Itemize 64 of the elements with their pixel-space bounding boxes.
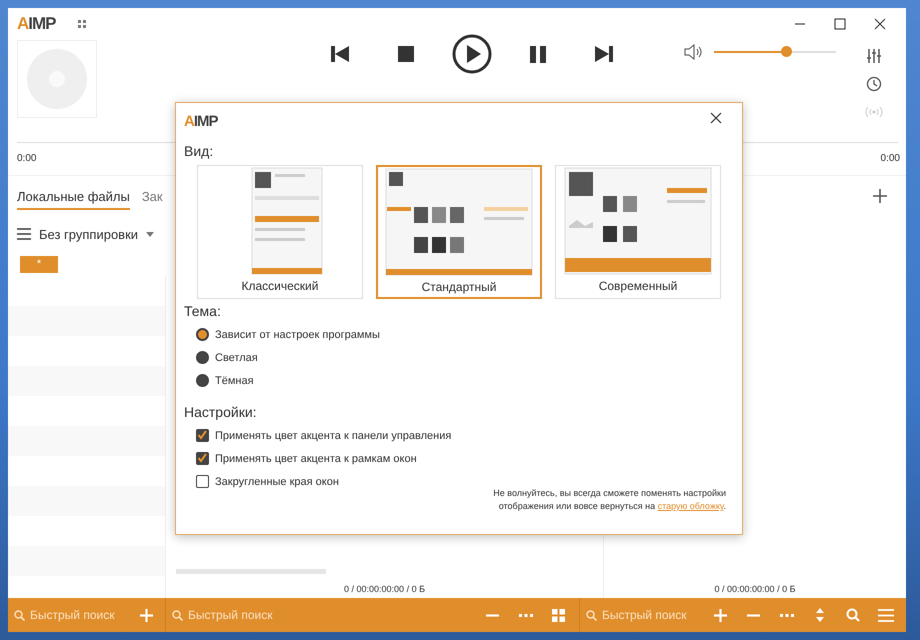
sort-icon — [816, 608, 824, 622]
minus-icon — [747, 614, 760, 616]
grid-icon — [552, 608, 565, 622]
checkbox[interactable] — [196, 475, 209, 488]
checkbox-label: Закругленные края окон — [215, 476, 339, 488]
menu-icon — [878, 608, 894, 622]
close-icon — [710, 112, 722, 124]
radio-button[interactable] — [196, 351, 209, 364]
search-icon — [172, 610, 183, 620]
previous-icon — [331, 46, 349, 62]
option-label: Современный — [598, 279, 678, 293]
more-icon — [518, 614, 532, 616]
plus-icon — [140, 608, 153, 622]
next-icon — [595, 46, 613, 62]
plus-icon — [873, 189, 887, 203]
close-icon — [874, 18, 886, 30]
logo: AIMP — [184, 112, 218, 130]
layout-option[interactable]: Современный — [555, 165, 721, 299]
layout-option[interactable]: Стандартный — [376, 165, 542, 299]
minus-icon — [486, 614, 499, 616]
radio-label: Зависит от настроек программы — [215, 328, 380, 340]
tab[interactable]: Локальные файлы — [17, 182, 130, 210]
playlist-status: 0 / 00:00:00:00 / 0 Б — [343, 584, 426, 596]
stop-icon — [398, 46, 414, 62]
radio-button[interactable] — [196, 374, 209, 387]
info-note: Не волнуйтесь, вы всегда сможете поменять настройки отображения или вовсе вернуться на старую обложку. — [492, 487, 726, 514]
grouping-dropdown[interactable]: Без группировки — [39, 226, 138, 242]
more-icon — [780, 614, 794, 616]
playlist-status: 0 / 00:00:00:00 / 0 Б — [714, 584, 796, 596]
pause-icon — [530, 46, 546, 62]
radio-label: Светлая — [215, 352, 258, 364]
layout-option[interactable]: Классический — [197, 165, 363, 299]
tab[interactable]: Зак — [142, 182, 163, 210]
checkbox-label: Применять цвет акцента к рамкам окон — [215, 452, 417, 464]
search-icon — [846, 608, 860, 622]
caret-icon[interactable] — [146, 232, 154, 236]
radio-button[interactable] — [196, 328, 209, 341]
total-time: 0:00 — [880, 153, 900, 164]
volume-thumb[interactable] — [780, 46, 792, 57]
option-label: Стандартный — [422, 280, 496, 294]
menu-icon[interactable] — [17, 228, 31, 240]
equalizer-icon — [866, 48, 882, 64]
broadcast-icon — [865, 106, 883, 118]
volume-icon[interactable] — [684, 44, 702, 60]
radio-label: Тёмная — [215, 374, 254, 386]
search-field[interactable]: Быстрый поиск — [188, 608, 288, 622]
section-heading: Вид: — [184, 143, 214, 159]
checkbox[interactable] — [196, 429, 209, 442]
section-heading: Настройки: — [184, 404, 258, 420]
grip-icon — [78, 20, 86, 28]
play-icon — [452, 34, 492, 74]
checkbox-label: Применять цвет акцента к панели управления — [215, 430, 452, 442]
section-heading: Тема: — [184, 303, 222, 319]
clock-icon — [866, 76, 882, 92]
plus-icon — [714, 608, 727, 622]
option-label: Классический — [242, 279, 318, 293]
maximize-icon — [834, 18, 846, 30]
checkbox[interactable] — [196, 452, 209, 465]
search-icon — [586, 610, 597, 620]
search-icon — [14, 610, 25, 620]
logo: AIMP — [17, 14, 56, 34]
search-field[interactable]: Быстрый поиск — [30, 608, 130, 622]
elapsed-time: 0:00 — [17, 153, 36, 164]
search-field[interactable]: Быстрый поиск — [602, 608, 702, 622]
